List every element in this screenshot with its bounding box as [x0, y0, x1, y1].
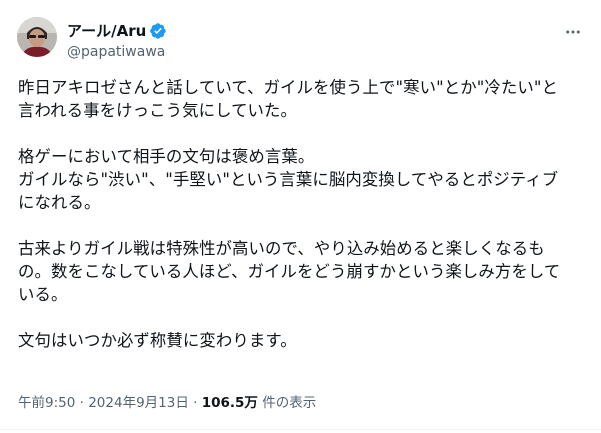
more-horizontal-icon [566, 30, 580, 34]
tweet-text: 昨日アキロゼさんと話していて、ガイルを使う上で"寒い"とか"冷たい"と 言われる… [18, 76, 588, 352]
tweet-paragraph: 文句はいつか必ず称賛に変わります。 [18, 331, 297, 350]
tweet-time: 午前9:50 [18, 395, 76, 411]
author-name-row[interactable]: アール/Aru [67, 20, 167, 42]
avatar[interactable] [17, 17, 57, 57]
meta-separator: · [193, 395, 198, 411]
display-name[interactable]: アール/Aru [67, 21, 146, 41]
user-handle[interactable]: @papatiwawa [67, 43, 165, 61]
views-label: 件の表示 [262, 395, 317, 411]
tweet-paragraph: 格ゲーにおいて相手の文句は褒め言葉。 ガイルなら"渋い"、"手堅い"という言葉に… [18, 147, 559, 212]
views-count: 106.5万 [201, 395, 258, 411]
divider [0, 429, 601, 430]
meta-separator: · [79, 395, 84, 411]
avatar-image [17, 17, 57, 57]
tweet-date: 2024年9月13日 [88, 395, 189, 411]
tweet: アール/Aru @papatiwawa 昨日アキロゼさんと話していて、ガイルを使… [0, 0, 601, 433]
tweet-paragraph: 昨日アキロゼさんと話していて、ガイルを使う上で"寒い"とか"冷たい"と 言われる… [18, 78, 558, 120]
verified-badge-icon [149, 22, 167, 40]
more-options-button[interactable] [556, 20, 590, 44]
tweet-timestamp-link[interactable]: 午前9:50 · 2024年9月13日 [18, 395, 189, 411]
views-link[interactable]: 106.5万 件の表示 [202, 395, 317, 411]
tweet-paragraph: 古来よりガイル戦は特殊性が高いので、やり込み始めると楽しくなるも の。数をこなし… [18, 239, 561, 304]
tweet-metadata: 午前9:50 · 2024年9月13日 · 106.5万 件の表示 [18, 394, 316, 412]
